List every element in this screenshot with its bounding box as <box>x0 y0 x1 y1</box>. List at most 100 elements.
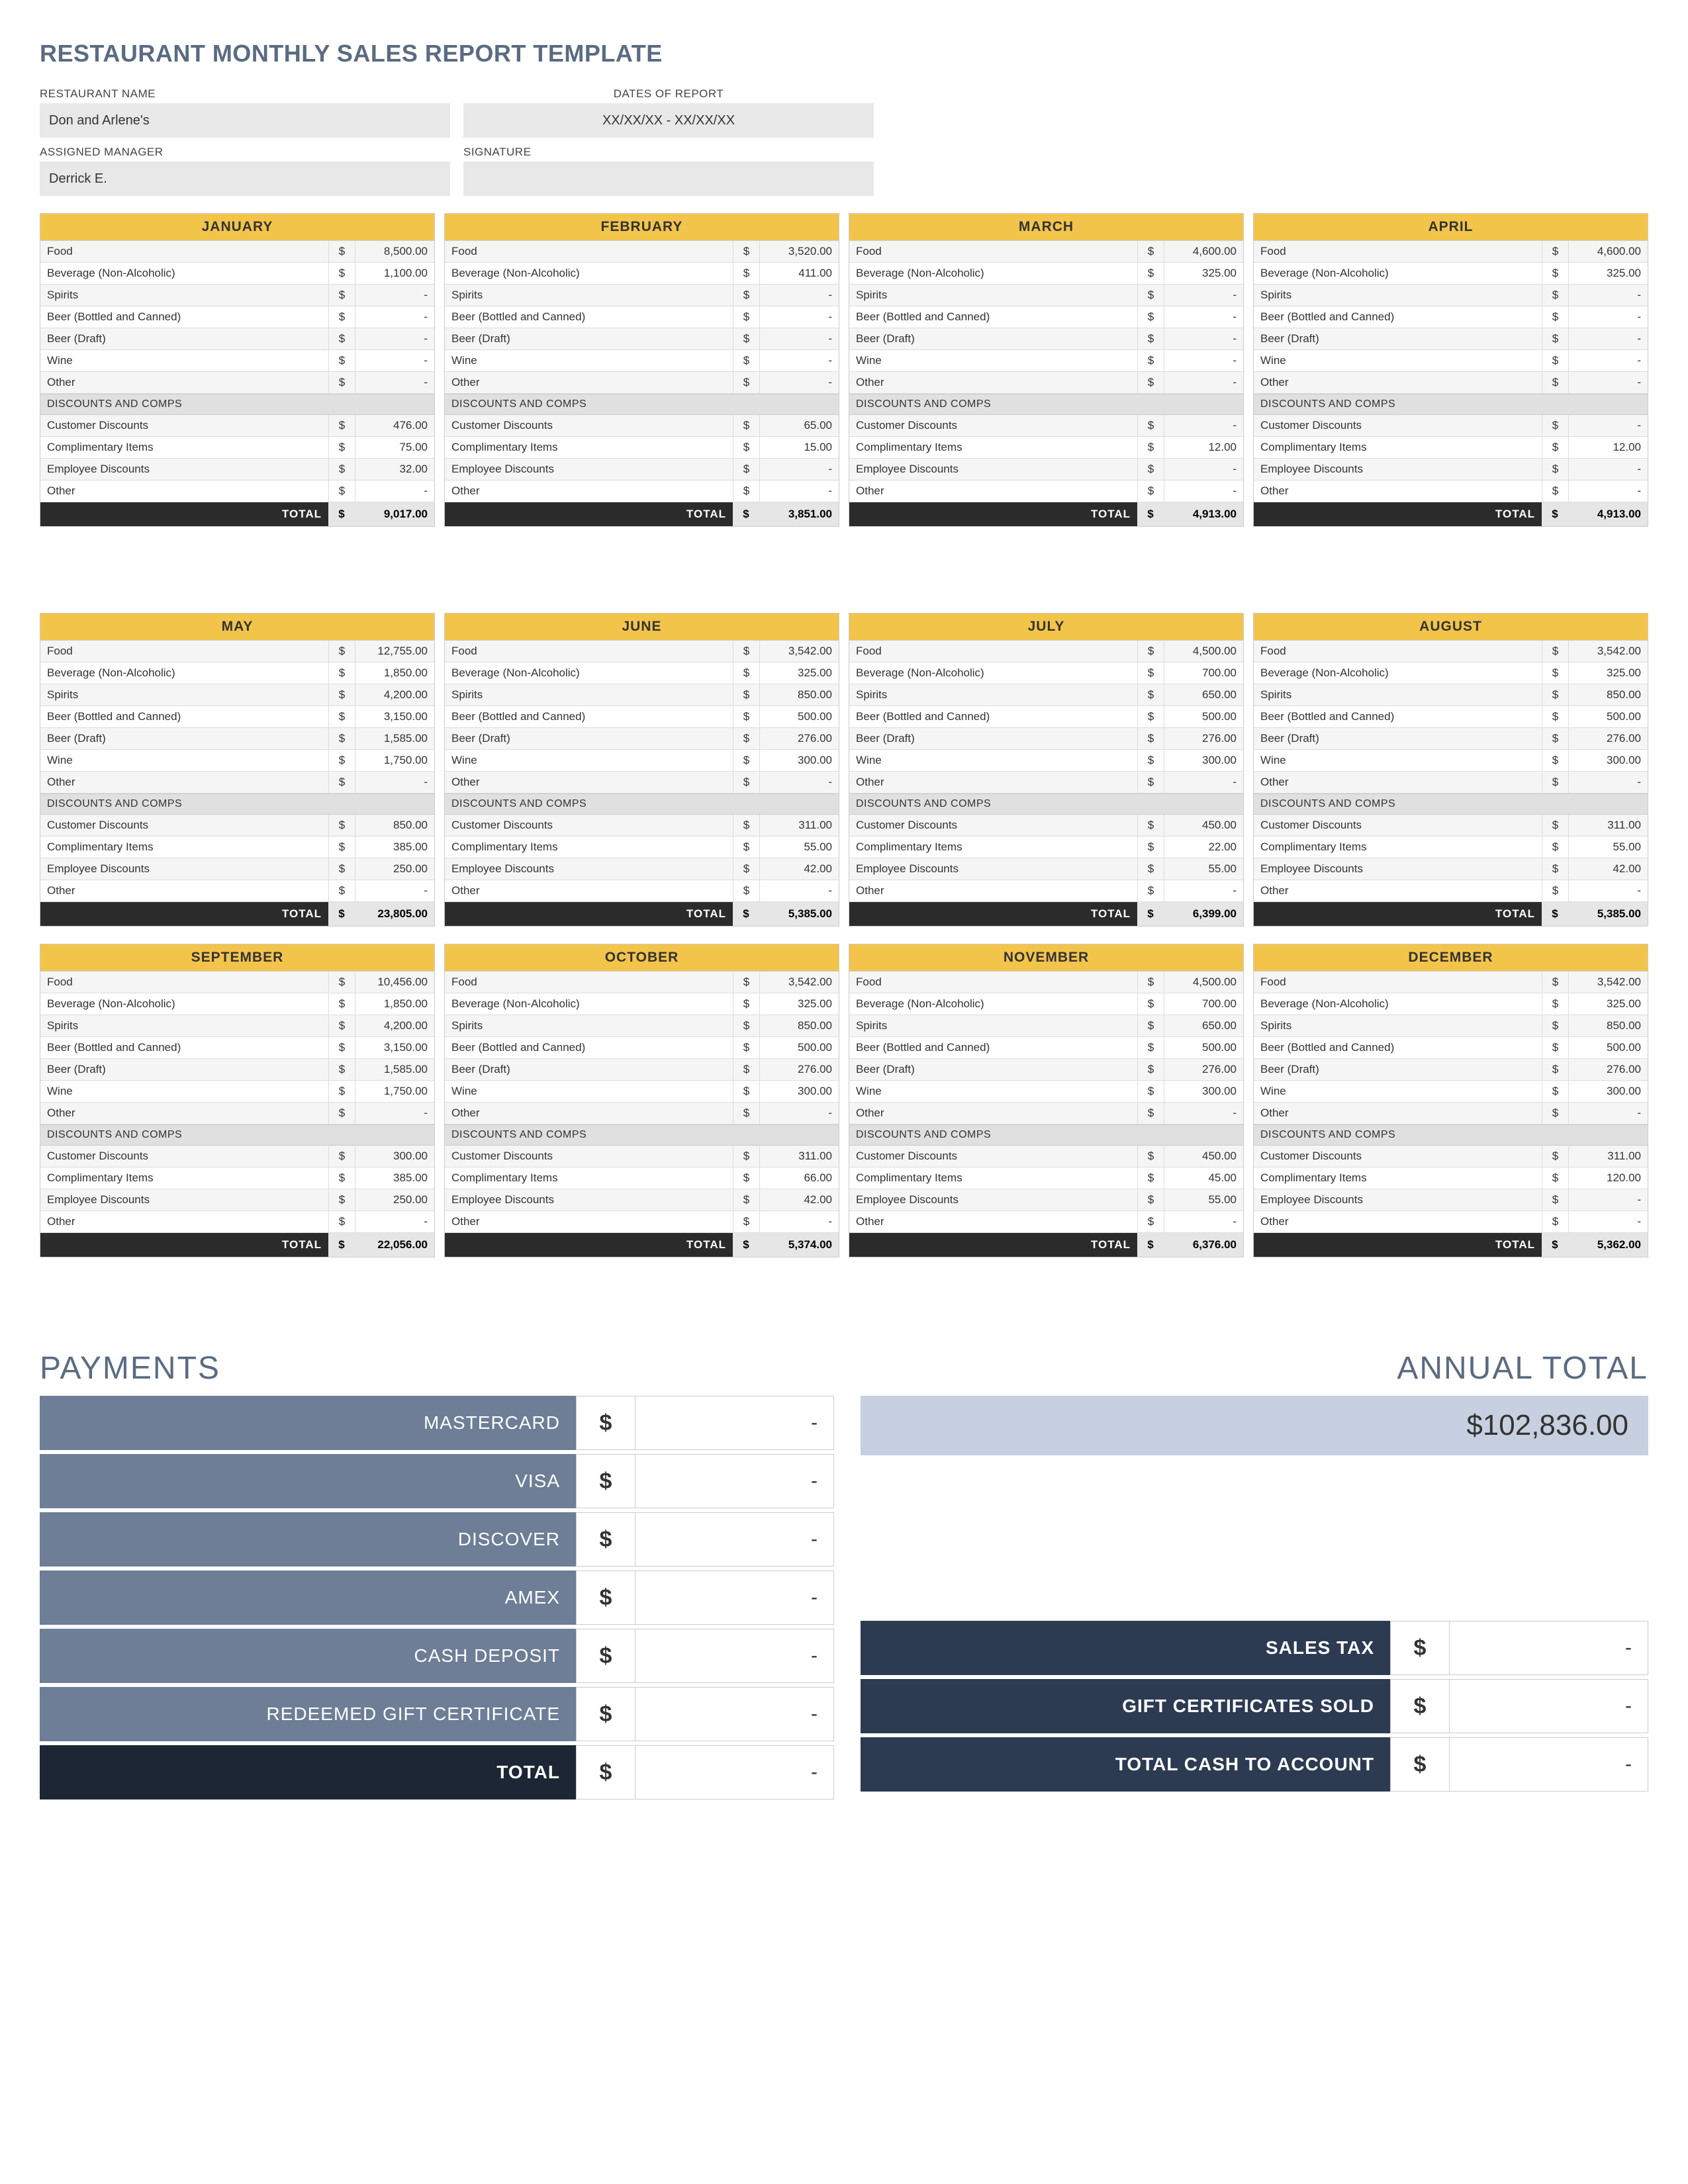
row-value[interactable]: - <box>759 1211 839 1232</box>
row-value[interactable]: - <box>1164 306 1243 328</box>
payment-value[interactable]: - <box>635 1396 834 1450</box>
row-value[interactable]: 1,750.00 <box>355 1081 434 1102</box>
row-value[interactable]: 385.00 <box>355 1167 434 1189</box>
row-value[interactable]: - <box>1164 372 1243 393</box>
row-value[interactable]: - <box>1164 1103 1243 1124</box>
row-value[interactable]: 250.00 <box>355 1189 434 1210</box>
row-value[interactable]: - <box>1164 459 1243 480</box>
summary-value[interactable]: - <box>1450 1679 1648 1733</box>
row-value[interactable]: 55.00 <box>1568 837 1648 858</box>
row-value[interactable]: - <box>355 372 434 393</box>
row-value[interactable]: 850.00 <box>355 815 434 836</box>
row-value[interactable]: 1,585.00 <box>355 1059 434 1080</box>
row-value[interactable]: 850.00 <box>759 684 839 705</box>
row-value[interactable]: 42.00 <box>1568 858 1648 880</box>
row-value[interactable]: 300.00 <box>1164 750 1243 771</box>
row-value[interactable]: - <box>759 285 839 306</box>
row-value[interactable]: 276.00 <box>1164 1059 1243 1080</box>
row-value[interactable]: 10,456.00 <box>355 972 434 993</box>
row-value[interactable]: 3,542.00 <box>1568 972 1648 993</box>
row-value[interactable]: 850.00 <box>1568 1015 1648 1036</box>
row-value[interactable]: - <box>1164 285 1243 306</box>
row-value[interactable]: 66.00 <box>759 1167 839 1189</box>
row-value[interactable]: - <box>1568 459 1648 480</box>
payment-value[interactable]: - <box>635 1512 834 1567</box>
manager-input[interactable] <box>40 161 450 196</box>
row-value[interactable]: 311.00 <box>759 1146 839 1167</box>
row-value[interactable]: 12.00 <box>1164 437 1243 458</box>
row-value[interactable]: - <box>1568 772 1648 793</box>
row-value[interactable]: 500.00 <box>759 1037 839 1058</box>
row-value[interactable]: 120.00 <box>1568 1167 1648 1189</box>
row-value[interactable]: - <box>1164 328 1243 349</box>
row-value[interactable]: 311.00 <box>1568 815 1648 836</box>
row-value[interactable]: 300.00 <box>1568 1081 1648 1102</box>
row-value[interactable]: 1,100.00 <box>355 263 434 284</box>
row-value[interactable]: 850.00 <box>759 1015 839 1036</box>
summary-value[interactable]: - <box>1450 1737 1648 1792</box>
row-value[interactable]: 325.00 <box>1568 263 1648 284</box>
row-value[interactable]: 3,542.00 <box>759 972 839 993</box>
row-value[interactable]: - <box>1164 772 1243 793</box>
payment-value[interactable]: - <box>635 1687 834 1741</box>
row-value[interactable]: - <box>759 306 839 328</box>
row-value[interactable]: - <box>1568 415 1648 436</box>
payment-value[interactable]: - <box>635 1629 834 1683</box>
row-value[interactable]: 4,600.00 <box>1164 241 1243 262</box>
row-value[interactable]: 75.00 <box>355 437 434 458</box>
row-value[interactable]: - <box>1568 285 1648 306</box>
row-value[interactable]: 476.00 <box>355 415 434 436</box>
signature-input[interactable] <box>463 161 874 196</box>
payment-value[interactable]: - <box>635 1454 834 1508</box>
row-value[interactable]: 1,750.00 <box>355 750 434 771</box>
row-value[interactable]: 700.00 <box>1164 662 1243 684</box>
row-value[interactable]: 276.00 <box>1164 728 1243 749</box>
row-value[interactable]: 385.00 <box>355 837 434 858</box>
row-value[interactable]: 300.00 <box>355 1146 434 1167</box>
row-value[interactable]: - <box>1568 880 1648 901</box>
row-value[interactable]: 500.00 <box>1164 1037 1243 1058</box>
row-value[interactable]: 42.00 <box>759 858 839 880</box>
row-value[interactable]: - <box>1164 480 1243 502</box>
row-value[interactable]: 325.00 <box>759 993 839 1015</box>
row-value[interactable]: 300.00 <box>1164 1081 1243 1102</box>
payment-value[interactable]: - <box>635 1570 834 1625</box>
restaurant-name-input[interactable] <box>40 103 450 138</box>
row-value[interactable]: 300.00 <box>759 750 839 771</box>
row-value[interactable]: 500.00 <box>1164 706 1243 727</box>
row-value[interactable]: - <box>1568 1189 1648 1210</box>
row-value[interactable]: 4,600.00 <box>1568 241 1648 262</box>
row-value[interactable]: 1,850.00 <box>355 662 434 684</box>
row-value[interactable]: 700.00 <box>1164 993 1243 1015</box>
row-value[interactable]: - <box>1568 1103 1648 1124</box>
row-value[interactable]: 450.00 <box>1164 815 1243 836</box>
row-value[interactable]: 4,500.00 <box>1164 641 1243 662</box>
row-value[interactable]: 1,585.00 <box>355 728 434 749</box>
row-value[interactable]: 4,200.00 <box>355 1015 434 1036</box>
row-value[interactable]: 500.00 <box>759 706 839 727</box>
row-value[interactable]: 450.00 <box>1164 1146 1243 1167</box>
row-value[interactable]: 55.00 <box>759 837 839 858</box>
row-value[interactable]: - <box>355 328 434 349</box>
row-value[interactable]: 276.00 <box>1568 1059 1648 1080</box>
row-value[interactable]: 276.00 <box>759 1059 839 1080</box>
row-value[interactable]: 300.00 <box>1568 750 1648 771</box>
row-value[interactable]: - <box>1568 350 1648 371</box>
row-value[interactable]: - <box>1164 1211 1243 1232</box>
row-value[interactable]: 1,850.00 <box>355 993 434 1015</box>
row-value[interactable]: 3,542.00 <box>1568 641 1648 662</box>
row-value[interactable]: 250.00 <box>355 858 434 880</box>
row-value[interactable]: 3,520.00 <box>759 241 839 262</box>
row-value[interactable]: 45.00 <box>1164 1167 1243 1189</box>
row-value[interactable]: - <box>1568 1211 1648 1232</box>
row-value[interactable]: 650.00 <box>1164 684 1243 705</box>
row-value[interactable]: 3,150.00 <box>355 706 434 727</box>
row-value[interactable]: - <box>355 350 434 371</box>
row-value[interactable]: 500.00 <box>1568 1037 1648 1058</box>
row-value[interactable]: - <box>1568 306 1648 328</box>
row-value[interactable]: - <box>759 772 839 793</box>
row-value[interactable]: 12,755.00 <box>355 641 434 662</box>
row-value[interactable]: 650.00 <box>1164 1015 1243 1036</box>
row-value[interactable]: 3,150.00 <box>355 1037 434 1058</box>
row-value[interactable]: 325.00 <box>1568 993 1648 1015</box>
